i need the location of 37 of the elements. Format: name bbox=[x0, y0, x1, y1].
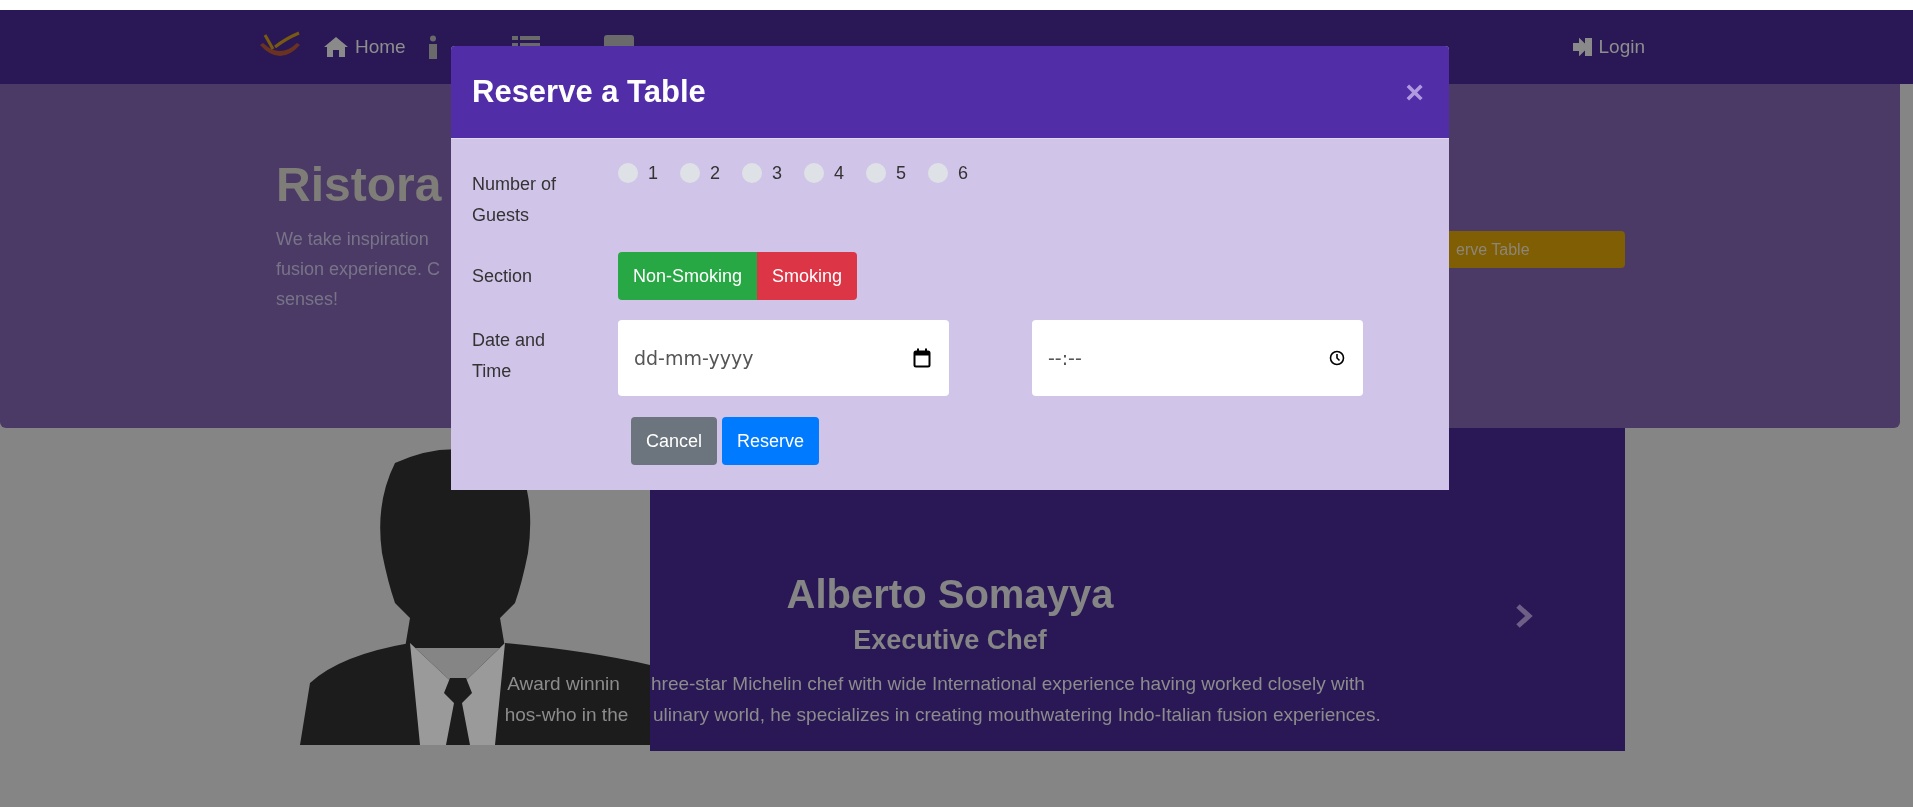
hero-text: fusion experience. C bbox=[276, 257, 441, 281]
home-icon bbox=[323, 36, 349, 58]
guest-radio[interactable]: 2 bbox=[680, 159, 721, 187]
dialog-title: Reserve a Table bbox=[472, 74, 706, 110]
guest-radio[interactable]: 1 bbox=[618, 159, 658, 187]
hero-text: senses! bbox=[276, 287, 339, 311]
section-toggle-button[interactable]: Smoking bbox=[757, 252, 858, 300]
info-icon[interactable] bbox=[427, 35, 438, 59]
reserve-button[interactable]: Reserve bbox=[722, 417, 820, 465]
sign-in-icon bbox=[1572, 38, 1593, 56]
chef-role: Executive Chef bbox=[852, 624, 1048, 657]
guest-radio[interactable]: 5 bbox=[866, 159, 907, 187]
form-label: Number of Guests bbox=[472, 173, 558, 227]
hero-text: We take inspiration bbox=[276, 227, 429, 251]
contact-card-icon[interactable] bbox=[603, 35, 634, 46]
guest-radio[interactable]: 6 bbox=[928, 159, 969, 187]
clock-icon[interactable] bbox=[1329, 350, 1345, 366]
cancel-button[interactable]: Cancel bbox=[631, 417, 718, 465]
form-label: Date and Time bbox=[472, 329, 547, 383]
chef-description: hos-who in the bbox=[503, 703, 630, 727]
login-link[interactable]: Login bbox=[1572, 36, 1645, 58]
hero-title: Ristora bbox=[276, 157, 442, 213]
section-toggle-button[interactable]: Non-Smoking bbox=[618, 252, 758, 300]
calendar-icon[interactable] bbox=[913, 348, 931, 368]
guest-radio[interactable]: 3 bbox=[742, 159, 783, 187]
chef-description: Award winnin bbox=[506, 672, 621, 696]
list-icon[interactable] bbox=[511, 35, 540, 46]
nav-link[interactable]: Home bbox=[323, 36, 406, 58]
date-field[interactable]: dd-mm-yyyy bbox=[618, 320, 949, 396]
chef-description: hree-star Michelin chef with wide International experience having worked closely with bbox=[651, 672, 1365, 696]
chef-description: ulinary world, he specializes in creating mouthwatering Indo-Italian fusion experiences. bbox=[653, 703, 1381, 727]
time-field[interactable]: --:-- bbox=[1032, 320, 1363, 396]
chevron-right-icon[interactable] bbox=[1515, 603, 1533, 629]
chef-name: Alberto Somayya bbox=[785, 571, 1115, 618]
guest-radio[interactable]: 4 bbox=[804, 159, 845, 187]
form-label: Section bbox=[472, 264, 534, 288]
close-button[interactable]: × bbox=[1401, 76, 1428, 108]
